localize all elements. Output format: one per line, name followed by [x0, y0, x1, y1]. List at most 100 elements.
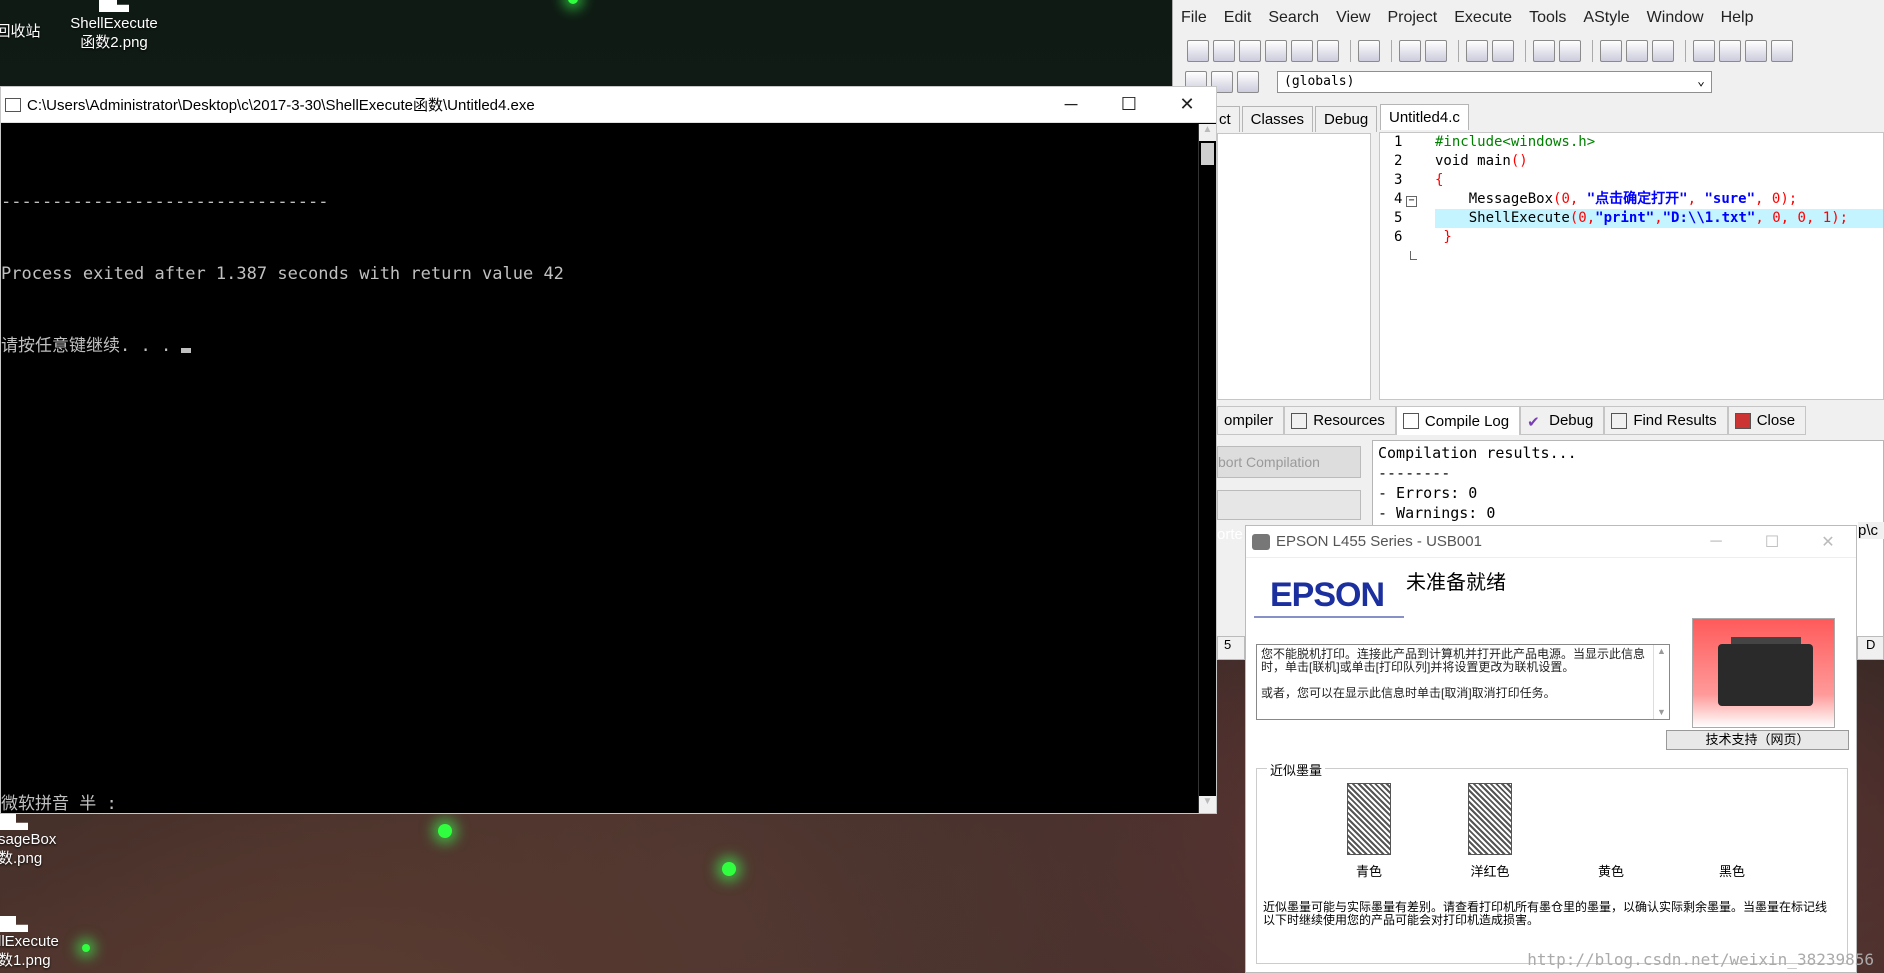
- close-file-icon[interactable]: [1291, 40, 1313, 62]
- close-button[interactable]: ✕: [1158, 87, 1216, 123]
- console-prompt: 请按任意键继续. . .: [1, 336, 182, 356]
- save-all-icon[interactable]: [1265, 40, 1287, 62]
- tab-debug[interactable]: Debug: [1315, 106, 1378, 132]
- epson-title-bar[interactable]: EPSON L455 Series - USB001 ─ ☐ ✕: [1246, 526, 1856, 558]
- menu-help[interactable]: Help: [1721, 9, 1754, 27]
- scroll-down-icon[interactable]: ▼: [1199, 796, 1216, 813]
- save-icon[interactable]: [1239, 40, 1261, 62]
- tab-classes[interactable]: Classes: [1241, 106, 1314, 132]
- menu-execute[interactable]: Execute: [1454, 9, 1512, 27]
- code-line: #include<windows.h>: [1435, 133, 1883, 152]
- epson-status-dialog: EPSON L455 Series - USB001 ─ ☐ ✕ EPSON 未…: [1245, 525, 1857, 973]
- minimize-button[interactable]: ─: [1042, 87, 1100, 123]
- ink-label: 黄色: [1597, 864, 1624, 879]
- code-line-current: ShellExecute(0,"print","D:\\1.txt", 0, 0…: [1435, 209, 1883, 228]
- menu-edit[interactable]: Edit: [1224, 9, 1252, 27]
- menu-view[interactable]: View: [1336, 9, 1370, 27]
- tab-find-results[interactable]: Find Results: [1604, 406, 1728, 435]
- menu-file[interactable]: File: [1181, 9, 1207, 27]
- desktop-glow: [722, 862, 736, 876]
- layout-color-icon[interactable]: [1745, 40, 1767, 62]
- tab-untitled4[interactable]: Untitled4.c: [1380, 104, 1469, 130]
- undo-icon[interactable]: [1399, 40, 1421, 62]
- message-scrollbar[interactable]: ▲ ▼: [1653, 645, 1669, 719]
- maximize-button[interactable]: ☐: [1744, 532, 1800, 552]
- desktop-icon-messagebox[interactable]: sageBox 数.png: [0, 814, 68, 868]
- desktop-icon-shellexecute2[interactable]: ShellExecute 函数2.png: [64, 0, 164, 52]
- desktop-glow: [438, 824, 452, 838]
- code-token: void main: [1435, 153, 1511, 169]
- layout-grid-icon[interactable]: [1693, 40, 1715, 62]
- tab-compiler[interactable]: ompiler: [1217, 406, 1285, 435]
- console-title-bar[interactable]: C:\Users\Administrator\Desktop\c\2017-3-…: [1, 87, 1216, 123]
- resources-icon: [1291, 412, 1308, 429]
- console-scrollbar[interactable]: ▲ ▼: [1198, 124, 1216, 813]
- ink-group-label: 近似墨量: [1267, 760, 1326, 779]
- console-app-icon: [5, 97, 21, 112]
- replace-icon[interactable]: [1492, 40, 1514, 62]
- line-number: 3−: [1380, 171, 1424, 207]
- status-bar-fragment-right: D: [1857, 636, 1884, 660]
- tab-debug-bottom[interactable]: ✔ Debug: [1520, 406, 1605, 435]
- console-window: C:\Users\Administrator\Desktop\c\2017-3-…: [0, 86, 1217, 814]
- toggle-icon[interactable]: [1237, 71, 1259, 93]
- desktop-icon-recycle-bin[interactable]: 回收站: [0, 2, 42, 41]
- ink-label: 黑色: [1718, 864, 1745, 879]
- logo-underline: [1254, 616, 1404, 618]
- find-icon[interactable]: [1466, 40, 1488, 62]
- open-file-icon[interactable]: [1213, 40, 1235, 62]
- desktop-icon-shellexecute1[interactable]: llExecute 数1.png: [0, 916, 78, 970]
- tab-label: Resources: [1313, 412, 1385, 429]
- scrollbar-thumb[interactable]: [1201, 143, 1214, 165]
- tab-close[interactable]: Close: [1727, 406, 1807, 435]
- bookmark-prev-icon[interactable]: [1600, 40, 1622, 62]
- menu-astyle[interactable]: AStyle: [1583, 9, 1629, 27]
- redo-icon[interactable]: [1425, 40, 1447, 62]
- layout-window-icon[interactable]: [1719, 40, 1741, 62]
- code-token: MessageBox: [1435, 191, 1554, 207]
- epson-title: EPSON L455 Series - USB001: [1276, 533, 1482, 550]
- code-token: "点击确定打开": [1586, 191, 1688, 207]
- new-file-icon[interactable]: [1187, 40, 1209, 62]
- minimize-button[interactable]: ─: [1688, 533, 1744, 551]
- indent-icon[interactable]: [1533, 40, 1555, 62]
- unindent-icon[interactable]: [1559, 40, 1581, 62]
- editor-tabs: Untitled4.c: [1380, 104, 1471, 130]
- code-editor[interactable]: 1 2 3− 4 5 6 #include<windows.h> void ma…: [1379, 132, 1884, 400]
- menu-search[interactable]: Search: [1268, 9, 1319, 27]
- print-icon[interactable]: [1358, 40, 1380, 62]
- close-all-icon[interactable]: [1317, 40, 1339, 62]
- desktop-icon-label: ShellExecute: [70, 15, 158, 32]
- ink-bar: [1589, 783, 1633, 855]
- ink-label: 青色: [1355, 864, 1382, 879]
- code-token: ,: [1805, 210, 1823, 226]
- check-icon: ✔: [1527, 413, 1540, 431]
- ink-yellow: 黄色: [1581, 783, 1641, 880]
- code-token: ,: [1586, 210, 1596, 226]
- scroll-up-icon[interactable]: ▲: [1199, 124, 1216, 141]
- menu-window[interactable]: Window: [1647, 9, 1704, 27]
- bookmark-icon[interactable]: [1652, 40, 1674, 62]
- tab-resources[interactable]: Resources: [1284, 406, 1396, 435]
- abort-compilation-button[interactable]: bort Compilation: [1217, 446, 1361, 478]
- text-cursor: [181, 348, 192, 353]
- tab-compile-log[interactable]: Compile Log: [1395, 406, 1521, 435]
- tech-support-button[interactable]: 技术支持（网页）: [1666, 730, 1849, 750]
- console-output[interactable]: -------------------------------- Process…: [1, 124, 1198, 813]
- desktop-icon-label: 函数2.png: [80, 34, 148, 51]
- shorten-paths-button[interactable]: [1217, 490, 1361, 520]
- bar-chart-icon: [1402, 413, 1419, 429]
- ink-black: 黑色: [1702, 783, 1762, 880]
- close-button[interactable]: ✕: [1800, 532, 1856, 552]
- watermark: http://blog.csdn.net/weixin_38239856: [1527, 950, 1874, 969]
- fold-minus-icon[interactable]: −: [1406, 196, 1417, 207]
- bookmark-next-icon[interactable]: [1626, 40, 1648, 62]
- layout-tile-icon[interactable]: [1771, 40, 1793, 62]
- line-number: 4: [1394, 191, 1403, 207]
- menu-project[interactable]: Project: [1387, 9, 1437, 27]
- maximize-button[interactable]: ☐: [1100, 87, 1158, 123]
- menu-tools[interactable]: Tools: [1529, 9, 1566, 27]
- toolbar-separator: [1458, 40, 1459, 62]
- desktop-icon-label: sageBox: [0, 831, 57, 848]
- scope-select[interactable]: (globals) ⌄: [1277, 71, 1712, 93]
